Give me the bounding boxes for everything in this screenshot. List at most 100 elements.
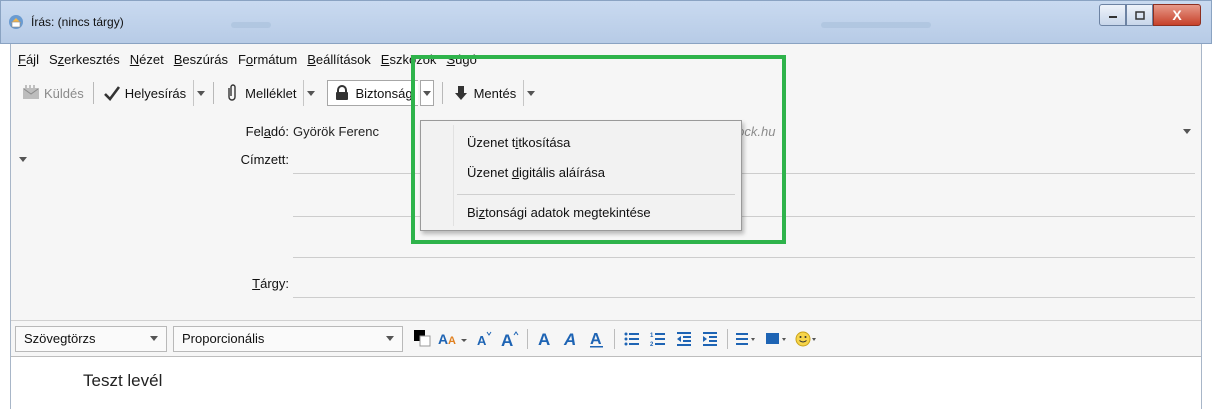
menu-format-pre: F [237,51,246,67]
chevron-down-icon [19,157,27,162]
spellcheck-dropdown[interactable] [193,80,207,106]
sign-rest: igitális aláírása [519,165,606,180]
from-label-pre: Fel [245,124,264,139]
numbered-list-icon[interactable]: 12 [648,326,668,352]
from-label: Feladó: [246,124,289,139]
menu-insert[interactable]: Beszúrás [169,52,233,67]
svg-text:A: A [448,335,456,347]
maximize-icon[interactable] [1126,4,1153,26]
menu-insert-rest: eszúrás [182,51,228,67]
font-smaller-icon[interactable]: A [474,326,494,352]
format-separator [614,328,615,349]
italic-icon[interactable]: A [561,326,581,352]
spellcheck-button[interactable]: Helyesírás [98,80,191,106]
svg-text:A: A [438,331,448,347]
menu-options[interactable]: Beállítások [302,52,376,67]
format-separator [527,328,528,349]
menu-item-encrypt[interactable]: Üzenet titkosítása [467,135,570,150]
menu-edit-rest: erkesztés [64,51,120,67]
chevron-down-icon [386,336,394,341]
font-value: Proporcionális [182,331,265,346]
menu-tools[interactable]: Eszközök [376,52,442,67]
chevron-down-icon [526,90,535,96]
highlight-color-icon[interactable]: AA [438,326,468,352]
paperclip-icon [223,84,241,102]
smiley-icon[interactable] [795,326,819,352]
security-button[interactable]: Biztonság [327,80,418,106]
recipient-input-3[interactable] [293,257,1195,258]
bold-icon[interactable]: A [535,326,555,352]
from-name[interactable]: Györök Ferenc [293,124,379,139]
encrypt-rest: tkosítása [518,135,571,150]
text-color-button[interactable] [412,326,432,352]
menubar: Fájl Szerkesztés Nézet Beszúrás Formátum… [11,44,1201,74]
view-rest: tonsági adatok megtekintése [485,205,651,220]
menu-help-rest: úgó [455,51,477,67]
menu-file-rest: ájl [25,51,39,67]
insert-object-icon[interactable] [765,326,789,352]
menu-item-view-security[interactable]: Biztonsági adatok megtekintése [467,205,651,220]
from-label-accel: a [263,124,271,139]
chevron-down-icon [306,90,315,96]
compose-toolbar: Küldés Helyesírás Melléklet Biztonság Me… [11,74,1201,112]
from-label-rest: dó: [270,124,289,139]
send-icon [22,84,40,102]
chevron-down-icon [150,336,158,341]
security-label: Biztonság [355,85,413,101]
thunderbird-icon [8,14,24,30]
send-button[interactable]: Küldés [17,80,89,106]
outdent-icon[interactable] [674,326,694,352]
download-arrow-icon [452,84,470,102]
subject-label: Tárgy: [252,276,289,291]
chevron-down-icon [1183,129,1191,134]
send-label: Küldés [44,85,84,101]
recipient-type-dropdown[interactable] [19,157,27,162]
menu-gutter [453,125,454,226]
bullet-list-icon[interactable] [622,326,642,352]
svg-text:A: A [590,331,602,348]
subject-input[interactable] [293,297,1195,298]
window-titlebar: Írás: (nincs tárgy) X [0,0,1212,44]
menu-help-accel: S [446,51,456,67]
minimize-icon[interactable] [1099,4,1126,26]
from-dropdown[interactable] [1183,129,1191,134]
svg-text:A: A [538,330,550,349]
save-button[interactable]: Mentés [447,80,522,106]
menu-view[interactable]: Nézet [125,52,169,67]
close-button[interactable]: X [1153,4,1201,26]
attach-button[interactable]: Melléklet [218,80,301,106]
subject-label-accel: T [252,276,261,291]
spellcheck-label: Helyesírás [124,85,187,101]
font-larger-icon[interactable]: A [500,326,520,352]
toolbar-separator [441,82,443,104]
format-toolbar: Szövegtörzs Proporcionális AA A A A A A [11,320,1201,356]
toolbar-separator [213,82,215,104]
menu-format[interactable]: Formátum [233,52,302,67]
checkmark-icon [103,84,121,102]
menu-edit[interactable]: Szerkesztés [44,52,125,67]
menu-file[interactable]: Fájl [13,52,44,67]
menu-options-rest: eállítások [315,51,371,67]
save-dropdown[interactable] [523,80,537,106]
align-icon[interactable] [735,326,759,352]
security-menu: Üzenet titkosítása Üzenet digitális aláí… [420,120,742,231]
menu-help[interactable]: Súgó [441,52,481,67]
subject-label-rest: árgy: [260,276,289,291]
svg-text:1: 1 [650,333,654,339]
window-controls: X [1099,4,1201,26]
menu-tools-rest: szközök [389,51,437,67]
attach-dropdown[interactable] [303,80,317,106]
title-blur-right [821,22,931,28]
sign-accel: d [511,165,520,180]
body-text[interactable]: Teszt levél [83,371,162,391]
menu-view-accel: N [129,51,140,67]
message-body[interactable]: Teszt levél [11,356,1201,409]
underline-icon[interactable]: A [587,326,607,352]
svg-text:A: A [501,331,513,349]
security-dropdown[interactable] [419,80,434,106]
font-select[interactable]: Proporcionális [173,325,403,352]
menu-item-sign[interactable]: Üzenet digitális aláírása [467,165,605,180]
view-pre: Bi [467,205,479,220]
indent-icon[interactable] [700,326,720,352]
paragraph-style-select[interactable]: Szövegtörzs [15,325,167,352]
